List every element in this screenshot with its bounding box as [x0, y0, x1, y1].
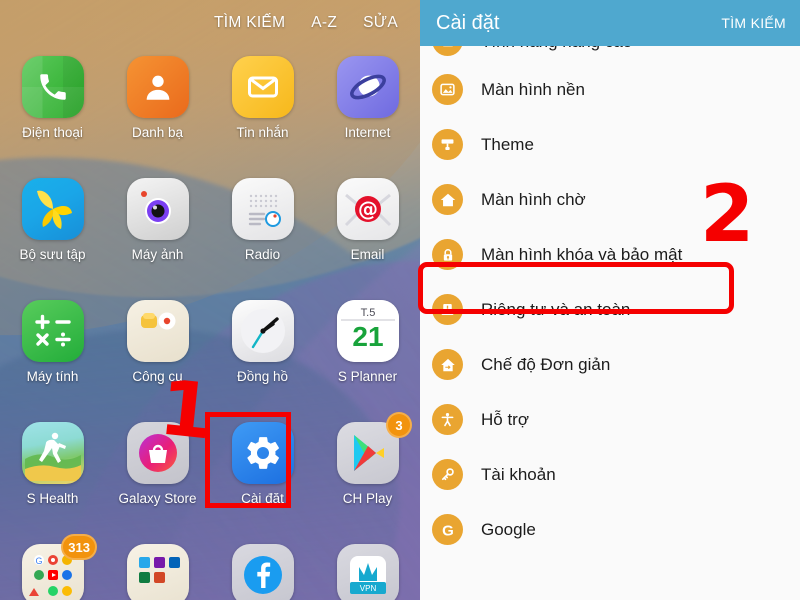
gallery-icon — [21, 178, 84, 240]
app-item-dien-thoai[interactable]: Điện thoại — [0, 50, 105, 168]
app-item-office-folder[interactable] — [105, 538, 210, 600]
page-title: Cài đặt — [436, 11, 500, 34]
app-item-radio[interactable]: Radio — [210, 172, 315, 290]
settings-row-theme[interactable]: Theme — [420, 117, 800, 172]
app-drawer-panel: TÌM KIẾM A-Z SỬA Điện thoại Danh bạ Tin … — [0, 0, 420, 600]
app-item-google-folder[interactable]: 313 G — [0, 534, 105, 600]
app-item-email[interactable]: @ Email — [315, 172, 420, 290]
facebook-icon — [231, 544, 294, 600]
app-item-may-anh[interactable]: Máy ảnh — [105, 172, 210, 290]
app-item-may-tinh[interactable]: Máy tính — [0, 294, 105, 412]
clock-icon — [231, 300, 294, 362]
app-item-dong-ho[interactable]: Đồng hồ — [210, 294, 315, 412]
settings-row-accounts[interactable]: Tài khoản — [420, 447, 800, 502]
app-label: Galaxy Store — [118, 491, 197, 506]
app-label: Điện thoại — [22, 125, 83, 140]
app-item-danh-ba[interactable]: Danh bạ — [105, 50, 210, 168]
tools-folder-icon — [126, 300, 189, 362]
drawer-search-button[interactable]: TÌM KIẾM — [214, 14, 285, 32]
office-folder-icon — [126, 544, 189, 600]
phone-icon — [21, 56, 84, 118]
settings-row-label: Theme — [481, 134, 534, 154]
easy-mode-icon — [432, 349, 463, 380]
screenshot-root: TÌM KIẾM A-Z SỬA Điện thoại Danh bạ Tin … — [0, 0, 800, 600]
app-item-internet[interactable]: Internet — [315, 50, 420, 168]
app-label: CH Play — [342, 491, 393, 506]
ch-play-badge: 3 — [386, 412, 412, 438]
settings-row-label: Màn hình chờ — [481, 189, 586, 209]
internet-icon — [336, 56, 399, 118]
wallpaper-icon — [432, 74, 463, 105]
vpn-icon: VPN — [336, 544, 399, 600]
app-label: Email — [350, 247, 385, 262]
settings-row-accessibility[interactable]: Hỗ trợ — [420, 392, 800, 447]
contacts-icon — [126, 56, 189, 118]
highlight-box-settings-app — [205, 412, 291, 508]
email-icon: @ — [336, 178, 399, 240]
google-g-icon: G — [432, 514, 463, 545]
camera-icon — [126, 178, 189, 240]
settings-search-button[interactable]: TÌM KIẾM — [721, 15, 786, 31]
app-label: Tin nhắn — [236, 125, 289, 140]
app-label: S Health — [26, 491, 79, 506]
health-icon — [21, 422, 84, 484]
google-folder-badge: 313 — [61, 534, 97, 560]
messages-icon — [231, 56, 294, 118]
calendar-icon: T.5 21 — [336, 300, 399, 362]
app-item-s-health[interactable]: S Health — [0, 416, 105, 534]
svg-text:VPN: VPN — [359, 584, 376, 593]
settings-row-google[interactable]: G Google — [420, 502, 800, 557]
theme-icon — [432, 129, 463, 160]
svg-text:G: G — [35, 556, 42, 566]
app-label: Đồng hồ — [236, 369, 289, 384]
app-item-s-planner[interactable]: T.5 21 S Planner — [315, 294, 420, 412]
radio-icon — [231, 178, 294, 240]
svg-text:21: 21 — [352, 321, 383, 352]
app-label: Danh bạ — [131, 125, 184, 140]
calculator-icon — [21, 300, 84, 362]
app-label: Máy tính — [26, 369, 79, 384]
drawer-sort-az-button[interactable]: A-Z — [311, 14, 337, 32]
app-item-facebook[interactable] — [210, 538, 315, 600]
settings-row-easy-mode[interactable]: Chế độ Đơn giản — [420, 337, 800, 392]
app-item-bo-suu-tap[interactable]: Bộ sưu tập — [0, 172, 105, 290]
app-label: Radio — [244, 247, 281, 262]
app-label: S Planner — [337, 369, 398, 384]
settings-row-wallpaper[interactable]: Màn hình nền — [420, 62, 800, 117]
app-label: Bộ sưu tập — [19, 247, 86, 262]
app-item-vpn[interactable]: VPN — [315, 538, 420, 600]
app-label: Máy ảnh — [131, 247, 184, 262]
svg-text:G: G — [442, 522, 454, 539]
accessibility-icon — [432, 404, 463, 435]
drawer-topbar: TÌM KIẾM A-Z SỬA — [0, 0, 420, 46]
annotation-step-2: 2 — [700, 170, 755, 260]
settings-row-label: Google — [481, 519, 536, 539]
drawer-edit-button[interactable]: SỬA — [363, 14, 398, 32]
app-item-tin-nhan[interactable]: Tin nhắn — [210, 50, 315, 168]
svg-text:@: @ — [358, 197, 378, 221]
svg-text:T.5: T.5 — [360, 307, 375, 319]
highlight-box-lock-screen-row — [418, 262, 734, 314]
settings-row-label: Màn hình nền — [481, 79, 585, 99]
app-item-ch-play[interactable]: 3 CH Play — [315, 412, 420, 534]
annotation-step-1: 1 — [155, 362, 218, 457]
settings-row-label: Hỗ trợ — [481, 409, 529, 429]
app-grid: Điện thoại Danh bạ Tin nhắn Internet Bộ … — [0, 50, 420, 600]
settings-row-label: Tài khoản — [481, 464, 556, 484]
accounts-key-icon — [432, 459, 463, 490]
home-screen-icon — [432, 184, 463, 215]
settings-header: Cài đặt TÌM KIẾM — [420, 0, 800, 46]
settings-row-label: Chế độ Đơn giản — [481, 354, 611, 374]
app-label: Internet — [344, 125, 391, 140]
settings-list[interactable]: Tính năng nâng cao Màn hình nền Theme Mà… — [420, 24, 800, 600]
